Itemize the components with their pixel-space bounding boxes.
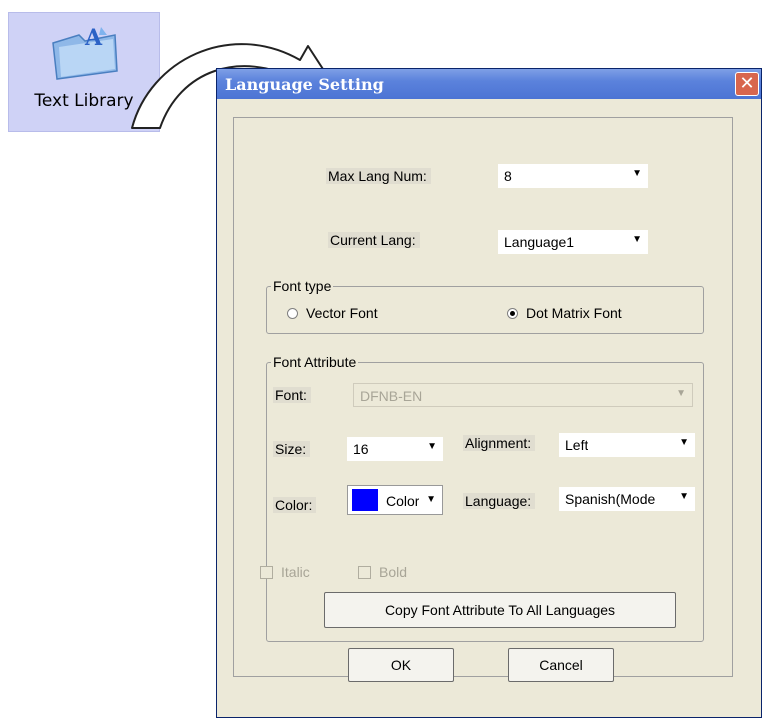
text-library-shortcut[interactable]: A Text Library [8, 12, 160, 132]
radio-unchecked-icon [287, 307, 298, 319]
max-lang-label: Max Lang Num: [326, 168, 431, 184]
font-type-legend: Font type [271, 278, 334, 294]
max-lang-select[interactable]: 8 ▼ [498, 164, 648, 188]
close-icon: ✕ [739, 73, 755, 93]
size-label: Size: [273, 441, 311, 457]
language-setting-dialog: Language Setting ✕ Max Lang Num: 8 ▼ Cur… [216, 68, 762, 718]
font-label: Font: [273, 387, 311, 403]
language-label: Language: [463, 493, 536, 509]
chevron-down-icon: ▼ [632, 168, 642, 179]
chevron-down-icon: ▼ [676, 388, 686, 399]
folder-text-icon: A [52, 25, 118, 80]
checkbox-icon [358, 565, 371, 579]
font-attribute-legend: Font Attribute [271, 354, 359, 370]
language-value: Spanish(Mode [565, 491, 656, 507]
current-lang-label: Current Lang: [328, 232, 420, 248]
color-label: Color: [273, 497, 317, 513]
settings-panel: Max Lang Num: 8 ▼ Current Lang: Language… [233, 117, 733, 682]
current-lang-value: Language1 [504, 234, 575, 250]
italic-label: Italic [281, 564, 310, 580]
dialog-title: Language Setting [225, 75, 384, 94]
size-value: 16 [353, 441, 369, 457]
font-value: DFNB-EN [360, 388, 423, 404]
italic-checkbox[interactable]: Italic [260, 564, 310, 580]
checkbox-icon [260, 565, 273, 579]
color-button-label: Color [386, 493, 420, 509]
bold-label: Bold [379, 564, 408, 580]
svg-text:A: A [84, 25, 103, 51]
alignment-select[interactable]: Left ▼ [559, 433, 695, 457]
alignment-value: Left [565, 437, 589, 453]
size-select[interactable]: 16 ▼ [347, 437, 443, 461]
radio-checked-icon [507, 307, 518, 319]
color-picker-button[interactable]: Color ▼ [347, 485, 443, 515]
text-library-label: Text Library [34, 91, 134, 111]
cancel-button[interactable]: Cancel [508, 648, 614, 682]
title-bar[interactable]: Language Setting ✕ [217, 69, 761, 99]
dot-matrix-font-radio[interactable]: Dot Matrix Font [507, 305, 622, 321]
color-swatch [352, 489, 378, 511]
dialog-client: Max Lang Num: 8 ▼ Current Lang: Language… [217, 99, 761, 717]
copy-font-attribute-button[interactable]: Copy Font Attribute To All Languages [324, 592, 676, 628]
vector-font-label: Vector Font [306, 305, 378, 321]
alignment-label: Alignment: [463, 435, 536, 451]
chevron-down-icon: ▼ [679, 437, 689, 448]
max-lang-value: 8 [504, 168, 512, 184]
bold-checkbox[interactable]: Bold [358, 564, 407, 580]
dot-matrix-font-label: Dot Matrix Font [526, 305, 622, 321]
chevron-down-icon: ▼ [632, 234, 642, 245]
ok-button[interactable]: OK [348, 648, 454, 682]
language-select[interactable]: Spanish(Mode ▼ [559, 487, 695, 511]
chevron-down-icon: ▼ [427, 441, 437, 452]
font-type-group: Font type Vector Font Dot Matrix Font [266, 278, 704, 334]
current-lang-select[interactable]: Language1 ▼ [498, 230, 648, 254]
chevron-down-icon: ▼ [679, 491, 689, 502]
close-button[interactable]: ✕ [735, 72, 759, 96]
chevron-down-icon: ▼ [426, 494, 436, 505]
vector-font-radio[interactable]: Vector Font [287, 305, 378, 321]
font-select[interactable]: DFNB-EN ▼ [353, 383, 693, 407]
